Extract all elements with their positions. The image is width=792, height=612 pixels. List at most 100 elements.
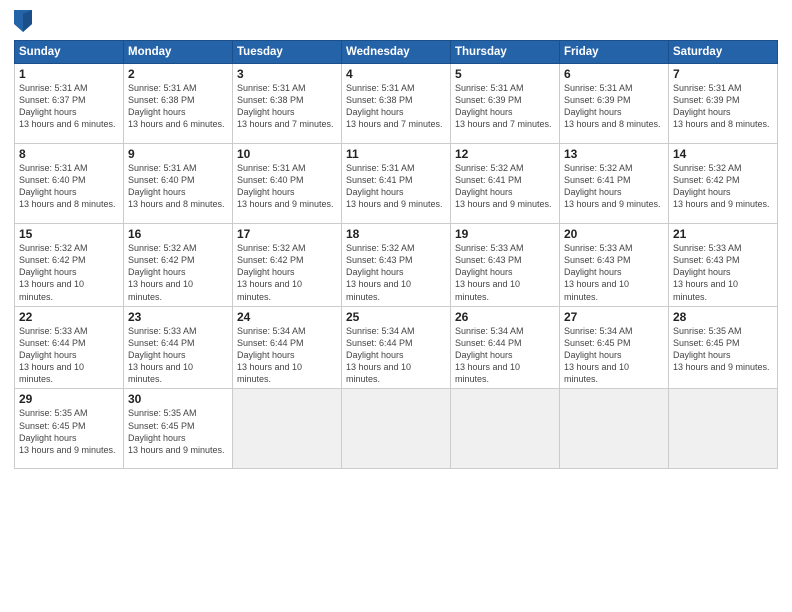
day-info: Sunrise: 5:31 AMSunset: 6:40 PMDaylight … (128, 162, 228, 211)
calendar-cell: 9Sunrise: 5:31 AMSunset: 6:40 PMDaylight… (124, 144, 233, 224)
day-info: Sunrise: 5:33 AMSunset: 6:44 PMDaylight … (19, 325, 119, 386)
day-info: Sunrise: 5:32 AMSunset: 6:42 PMDaylight … (237, 242, 337, 303)
week-row-3: 15Sunrise: 5:32 AMSunset: 6:42 PMDayligh… (15, 224, 778, 307)
day-number: 22 (19, 310, 119, 324)
day-number: 27 (564, 310, 664, 324)
week-row-2: 8Sunrise: 5:31 AMSunset: 6:40 PMDaylight… (15, 144, 778, 224)
calendar-cell: 7Sunrise: 5:31 AMSunset: 6:39 PMDaylight… (669, 64, 778, 144)
day-number: 11 (346, 147, 446, 161)
calendar-cell: 10Sunrise: 5:31 AMSunset: 6:40 PMDayligh… (233, 144, 342, 224)
day-number: 6 (564, 67, 664, 81)
day-info: Sunrise: 5:31 AMSunset: 6:40 PMDaylight … (237, 162, 337, 211)
calendar-cell: 19Sunrise: 5:33 AMSunset: 6:43 PMDayligh… (451, 224, 560, 307)
calendar-cell: 14Sunrise: 5:32 AMSunset: 6:42 PMDayligh… (669, 144, 778, 224)
day-info: Sunrise: 5:31 AMSunset: 6:39 PMDaylight … (673, 82, 773, 131)
week-row-5: 29Sunrise: 5:35 AMSunset: 6:45 PMDayligh… (15, 389, 778, 469)
day-number: 3 (237, 67, 337, 81)
day-info: Sunrise: 5:31 AMSunset: 6:38 PMDaylight … (346, 82, 446, 131)
calendar-cell (560, 389, 669, 469)
day-info: Sunrise: 5:35 AMSunset: 6:45 PMDaylight … (673, 325, 773, 374)
day-info: Sunrise: 5:34 AMSunset: 6:44 PMDaylight … (346, 325, 446, 386)
day-info: Sunrise: 5:33 AMSunset: 6:43 PMDaylight … (455, 242, 555, 303)
day-number: 9 (128, 147, 228, 161)
calendar-cell (669, 389, 778, 469)
page: SundayMondayTuesdayWednesdayThursdayFrid… (0, 0, 792, 612)
week-row-4: 22Sunrise: 5:33 AMSunset: 6:44 PMDayligh… (15, 306, 778, 389)
day-number: 14 (673, 147, 773, 161)
day-info: Sunrise: 5:31 AMSunset: 6:39 PMDaylight … (564, 82, 664, 131)
day-info: Sunrise: 5:34 AMSunset: 6:45 PMDaylight … (564, 325, 664, 386)
calendar-cell: 8Sunrise: 5:31 AMSunset: 6:40 PMDaylight… (15, 144, 124, 224)
col-header-saturday: Saturday (669, 41, 778, 64)
col-header-sunday: Sunday (15, 41, 124, 64)
col-header-tuesday: Tuesday (233, 41, 342, 64)
day-number: 20 (564, 227, 664, 241)
calendar-cell: 22Sunrise: 5:33 AMSunset: 6:44 PMDayligh… (15, 306, 124, 389)
col-header-wednesday: Wednesday (342, 41, 451, 64)
calendar-cell: 25Sunrise: 5:34 AMSunset: 6:44 PMDayligh… (342, 306, 451, 389)
day-number: 24 (237, 310, 337, 324)
calendar-cell: 5Sunrise: 5:31 AMSunset: 6:39 PMDaylight… (451, 64, 560, 144)
calendar-cell: 15Sunrise: 5:32 AMSunset: 6:42 PMDayligh… (15, 224, 124, 307)
day-number: 19 (455, 227, 555, 241)
day-number: 26 (455, 310, 555, 324)
calendar-cell: 30Sunrise: 5:35 AMSunset: 6:45 PMDayligh… (124, 389, 233, 469)
week-row-1: 1Sunrise: 5:31 AMSunset: 6:37 PMDaylight… (15, 64, 778, 144)
day-info: Sunrise: 5:34 AMSunset: 6:44 PMDaylight … (237, 325, 337, 386)
day-info: Sunrise: 5:31 AMSunset: 6:37 PMDaylight … (19, 82, 119, 131)
header (14, 10, 778, 32)
day-number: 28 (673, 310, 773, 324)
day-number: 1 (19, 67, 119, 81)
day-info: Sunrise: 5:32 AMSunset: 6:42 PMDaylight … (128, 242, 228, 303)
calendar-cell: 11Sunrise: 5:31 AMSunset: 6:41 PMDayligh… (342, 144, 451, 224)
col-header-thursday: Thursday (451, 41, 560, 64)
day-info: Sunrise: 5:31 AMSunset: 6:40 PMDaylight … (19, 162, 119, 211)
calendar-cell (451, 389, 560, 469)
calendar-cell: 4Sunrise: 5:31 AMSunset: 6:38 PMDaylight… (342, 64, 451, 144)
calendar-cell: 16Sunrise: 5:32 AMSunset: 6:42 PMDayligh… (124, 224, 233, 307)
day-number: 18 (346, 227, 446, 241)
col-header-friday: Friday (560, 41, 669, 64)
calendar-cell: 2Sunrise: 5:31 AMSunset: 6:38 PMDaylight… (124, 64, 233, 144)
calendar-cell: 18Sunrise: 5:32 AMSunset: 6:43 PMDayligh… (342, 224, 451, 307)
logo-icon (14, 10, 32, 32)
day-number: 2 (128, 67, 228, 81)
day-info: Sunrise: 5:31 AMSunset: 6:38 PMDaylight … (237, 82, 337, 131)
calendar-table: SundayMondayTuesdayWednesdayThursdayFrid… (14, 40, 778, 469)
day-info: Sunrise: 5:32 AMSunset: 6:41 PMDaylight … (564, 162, 664, 211)
day-number: 13 (564, 147, 664, 161)
calendar-cell: 29Sunrise: 5:35 AMSunset: 6:45 PMDayligh… (15, 389, 124, 469)
day-number: 23 (128, 310, 228, 324)
calendar-cell: 12Sunrise: 5:32 AMSunset: 6:41 PMDayligh… (451, 144, 560, 224)
day-info: Sunrise: 5:35 AMSunset: 6:45 PMDaylight … (19, 407, 119, 456)
day-number: 10 (237, 147, 337, 161)
calendar-cell: 1Sunrise: 5:31 AMSunset: 6:37 PMDaylight… (15, 64, 124, 144)
day-number: 12 (455, 147, 555, 161)
day-number: 4 (346, 67, 446, 81)
day-number: 16 (128, 227, 228, 241)
day-info: Sunrise: 5:32 AMSunset: 6:42 PMDaylight … (19, 242, 119, 303)
calendar-cell: 28Sunrise: 5:35 AMSunset: 6:45 PMDayligh… (669, 306, 778, 389)
col-header-monday: Monday (124, 41, 233, 64)
day-number: 7 (673, 67, 773, 81)
day-number: 5 (455, 67, 555, 81)
day-number: 21 (673, 227, 773, 241)
day-info: Sunrise: 5:33 AMSunset: 6:43 PMDaylight … (564, 242, 664, 303)
day-info: Sunrise: 5:34 AMSunset: 6:44 PMDaylight … (455, 325, 555, 386)
day-number: 29 (19, 392, 119, 406)
day-number: 15 (19, 227, 119, 241)
calendar-cell (342, 389, 451, 469)
calendar-cell: 26Sunrise: 5:34 AMSunset: 6:44 PMDayligh… (451, 306, 560, 389)
day-info: Sunrise: 5:31 AMSunset: 6:41 PMDaylight … (346, 162, 446, 211)
day-info: Sunrise: 5:31 AMSunset: 6:39 PMDaylight … (455, 82, 555, 131)
calendar-cell: 21Sunrise: 5:33 AMSunset: 6:43 PMDayligh… (669, 224, 778, 307)
calendar-header-row: SundayMondayTuesdayWednesdayThursdayFrid… (15, 41, 778, 64)
day-info: Sunrise: 5:32 AMSunset: 6:41 PMDaylight … (455, 162, 555, 211)
day-info: Sunrise: 5:32 AMSunset: 6:42 PMDaylight … (673, 162, 773, 211)
calendar-cell: 23Sunrise: 5:33 AMSunset: 6:44 PMDayligh… (124, 306, 233, 389)
calendar-cell: 24Sunrise: 5:34 AMSunset: 6:44 PMDayligh… (233, 306, 342, 389)
calendar-cell: 13Sunrise: 5:32 AMSunset: 6:41 PMDayligh… (560, 144, 669, 224)
day-info: Sunrise: 5:31 AMSunset: 6:38 PMDaylight … (128, 82, 228, 131)
day-number: 25 (346, 310, 446, 324)
calendar-cell: 27Sunrise: 5:34 AMSunset: 6:45 PMDayligh… (560, 306, 669, 389)
